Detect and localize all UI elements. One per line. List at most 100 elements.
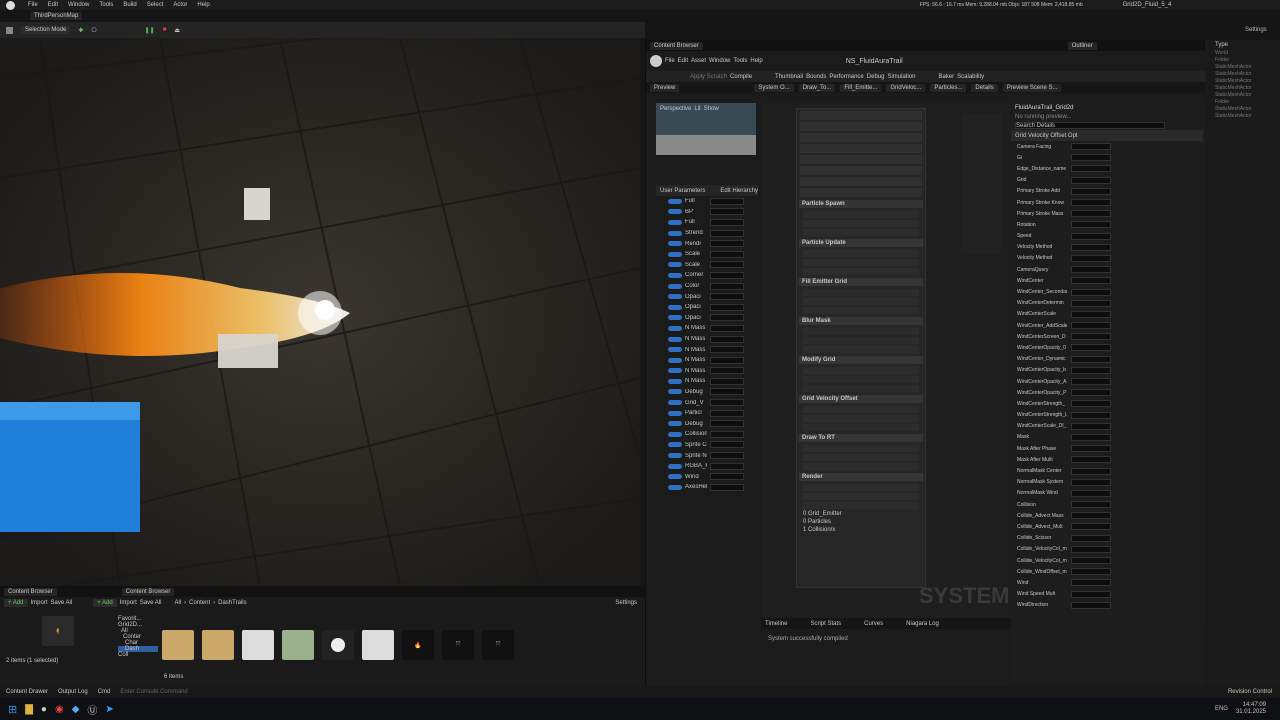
bounds-button[interactable]: Bounds (806, 74, 826, 80)
property-value[interactable] (1071, 266, 1111, 274)
property-value[interactable] (1071, 489, 1111, 497)
details-row[interactable]: Collide_Advect_Mult (1011, 521, 1203, 532)
app-icon[interactable]: ◆ (72, 704, 80, 715)
add-actor-icon[interactable]: ✚ (78, 27, 83, 34)
param-row[interactable]: Full (656, 196, 758, 207)
windows-start-icon[interactable]: ⊞ (8, 703, 17, 716)
outliner-row[interactable]: Folder (1215, 99, 1280, 106)
property-value[interactable] (1071, 445, 1111, 453)
stack-section[interactable]: Grid Velocity Offset (799, 395, 923, 403)
material-asset[interactable] (282, 630, 314, 660)
param-value-field[interactable] (710, 271, 744, 279)
param-row[interactable]: Grid_V (656, 397, 758, 408)
outliner-row[interactable]: StaticMeshActor (1215, 71, 1280, 78)
stack-item[interactable] (803, 376, 919, 383)
apply-scratch-button[interactable]: Apply Scratch (690, 74, 727, 80)
property-value[interactable] (1071, 322, 1111, 330)
property-value[interactable] (1071, 422, 1111, 430)
outliner-row[interactable]: StaticMeshActor (1215, 85, 1280, 92)
param-value-field[interactable] (710, 399, 744, 407)
details-row[interactable]: Mask After Phase (1011, 443, 1203, 454)
property-value[interactable] (1071, 590, 1111, 598)
stack-item[interactable] (803, 445, 919, 452)
preview-scene-tab[interactable]: Preview Scene S... (1002, 83, 1062, 92)
details-row[interactable]: NormalMask Wind (1011, 488, 1203, 499)
outliner-row[interactable]: StaticMeshActor (1215, 106, 1280, 113)
menu-build[interactable]: Build (123, 2, 136, 8)
stack-section[interactable]: Modify Grid (799, 356, 923, 364)
property-value[interactable] (1071, 389, 1111, 397)
param-row[interactable]: Particl (656, 408, 758, 419)
debug-button[interactable]: Debug (867, 74, 885, 80)
blueprint-icon[interactable]: ⎔ (91, 27, 96, 34)
stack-item[interactable] (803, 298, 919, 305)
details-row[interactable]: WindCenterScreen_D (1011, 331, 1203, 342)
param-value-field[interactable] (710, 356, 744, 364)
details-row[interactable]: WindCenter_Dynamic (1011, 354, 1203, 365)
details-row[interactable]: Edge_Distance_name (1011, 163, 1203, 174)
outliner-row[interactable]: World (1215, 50, 1280, 57)
param-row[interactable]: Collision (656, 429, 758, 440)
scalability-button[interactable]: Scalability (957, 74, 984, 80)
stack-item[interactable] (803, 415, 919, 422)
details-row[interactable]: WindCenterStrength_L (1011, 410, 1203, 421)
stack-item[interactable] (803, 493, 919, 500)
stack-item[interactable] (803, 268, 919, 275)
stop-icon[interactable]: ■ (163, 27, 167, 33)
simulation-button[interactable]: Simulation (887, 74, 915, 80)
property-value[interactable] (1071, 545, 1111, 553)
save-icon[interactable] (6, 26, 13, 34)
stack-item[interactable] (800, 144, 922, 153)
clock[interactable]: 14:47:09 31.01.2025 (1236, 702, 1266, 716)
details-row[interactable]: Collide_VelocityCol_ma (1011, 555, 1203, 566)
param-row[interactable]: N Mass (656, 334, 758, 345)
console-input[interactable]: Enter Console Command (120, 689, 187, 695)
stack-item[interactable] (803, 502, 919, 509)
preview-tab[interactable]: Preview (650, 83, 680, 92)
details-row[interactable]: Velocity Method (1011, 242, 1203, 253)
draw-to-tab[interactable]: Draw_To... (798, 83, 836, 92)
property-value[interactable] (1071, 501, 1111, 509)
property-value[interactable] (1071, 232, 1111, 240)
param-value-field[interactable] (710, 240, 744, 248)
stack-item[interactable] (803, 463, 919, 470)
stack-item[interactable] (803, 484, 919, 491)
property-value[interactable] (1071, 210, 1111, 218)
stack-item[interactable] (803, 289, 919, 296)
param-row[interactable]: N Mass (656, 366, 758, 377)
stack-item[interactable] (803, 367, 919, 374)
stack-section[interactable]: Render (799, 473, 923, 481)
param-row[interactable]: N Mass (656, 344, 758, 355)
param-value-field[interactable] (710, 473, 744, 481)
param-value-field[interactable] (710, 314, 744, 322)
outliner-tab[interactable]: Outliner (1067, 41, 1097, 50)
niagara-emitter-asset[interactable]: ⤧ (442, 630, 474, 660)
folder-app-icon[interactable]: ▇ (25, 704, 33, 715)
details-row[interactable]: WindCenter_AddScale (1011, 320, 1203, 331)
details-row[interactable]: Grid (1011, 175, 1203, 186)
property-value[interactable] (1071, 568, 1111, 576)
property-value[interactable] (1071, 355, 1111, 363)
stack-item[interactable] (803, 424, 919, 431)
settings-button[interactable]: Settings (1245, 27, 1267, 33)
param-value-field[interactable] (710, 388, 744, 396)
character-asset[interactable]: 🧍 (42, 616, 74, 646)
param-row[interactable]: Corner (656, 270, 758, 281)
stack-item[interactable] (800, 111, 922, 120)
level-viewport[interactable] (0, 38, 640, 586)
details-row[interactable]: CameraQuery (1011, 264, 1203, 275)
param-row[interactable]: N Mass (656, 355, 758, 366)
stack-section[interactable]: Blur Mask (799, 317, 923, 325)
settings-link[interactable]: Settings (615, 600, 637, 606)
lit-button[interactable]: Lit (694, 106, 700, 112)
script-stats-tab[interactable]: Script Stats (810, 621, 841, 627)
details-row[interactable]: WindCenterOpacity_0 (1011, 342, 1203, 353)
property-value[interactable] (1071, 254, 1111, 262)
details-row[interactable]: Rotation (1011, 219, 1203, 230)
param-row[interactable]: Full (656, 217, 758, 228)
system-overview-tab[interactable]: System O... (754, 83, 794, 92)
curves-tab[interactable]: Curves (864, 621, 883, 627)
property-value[interactable] (1071, 187, 1111, 195)
show-button[interactable]: Show (704, 106, 719, 112)
details-tab[interactable]: Details (971, 83, 998, 92)
